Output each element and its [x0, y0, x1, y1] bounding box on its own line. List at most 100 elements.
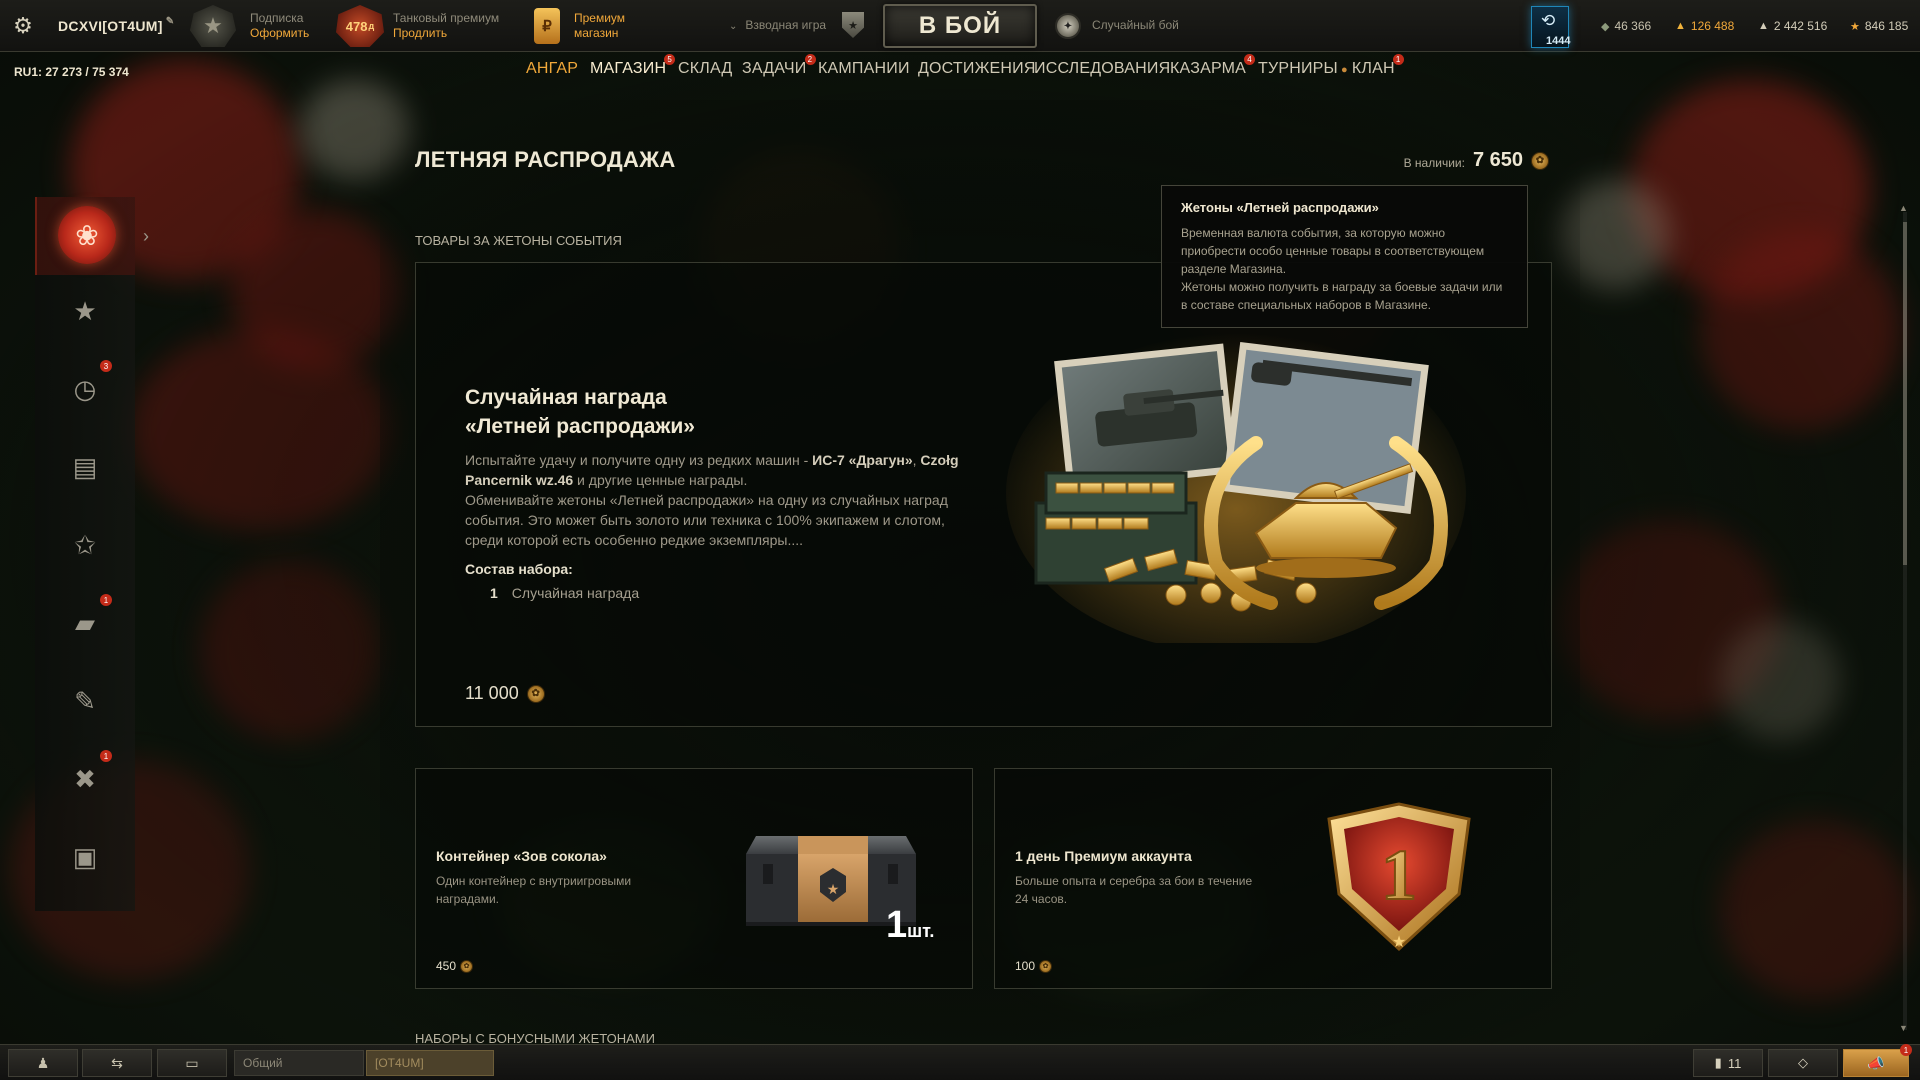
- subscription-link[interactable]: Подписка Оформить: [250, 11, 309, 41]
- tooltip-body: Временная валюта события, за которую мож…: [1181, 224, 1508, 314]
- tank-premium-emblem[interactable]: 478 д: [336, 5, 384, 47]
- main-offer-card[interactable]: Случайная награда «Летней распродажи» Ис…: [415, 262, 1552, 727]
- sidebar-item-customization[interactable]: ✎: [58, 674, 112, 728]
- scroll-down-icon[interactable]: ▼: [1899, 1023, 1908, 1033]
- tooltip-title: Жетоны «Летней распродажи»: [1181, 200, 1379, 215]
- sidebar-item-premium[interactable]: ✩: [58, 518, 112, 572]
- platoon-shield-icon[interactable]: ★: [842, 12, 864, 38]
- sidebar-item-equipment[interactable]: ✖ 1: [58, 750, 112, 806]
- summer-token-icon: ✿: [526, 684, 545, 703]
- offer-quantity-value: 1: [886, 904, 908, 946]
- gold-balance[interactable]: ▲ 126 488: [1675, 19, 1734, 33]
- main-offer-title-line1: Случайная награда: [465, 386, 667, 409]
- platoon-label: Взводная игра: [745, 18, 827, 32]
- hangar-transfer-button[interactable]: ◇: [1768, 1049, 1838, 1077]
- nav-clan[interactable]: ● КЛАН 1: [1341, 54, 1404, 78]
- sidebar-item-currency[interactable]: ▣: [58, 830, 112, 884]
- summer-token-icon: ✿: [1039, 959, 1053, 973]
- notifications-icon: ⟲: [1541, 11, 1556, 30]
- subscription-label: Подписка: [250, 11, 304, 25]
- tank-premium-label: Танковый премиум: [393, 11, 500, 25]
- section-label-event-goods: ТОВАРЫ ЗА ЖЕТОНЫ СОБЫТИЯ: [415, 233, 622, 248]
- main-offer-price: 11 000 ✿: [465, 683, 545, 704]
- scrollbar-thumb[interactable]: [1903, 222, 1907, 565]
- desc-part: и другие ценные награды.: [573, 472, 748, 488]
- premium-days: 478: [345, 18, 368, 34]
- notifications-button[interactable]: ⟲ 1444: [1531, 6, 1570, 48]
- nav-campaigns-label: КАМПАНИИ: [818, 60, 910, 77]
- offer-card-premium-day[interactable]: 1 день Премиум аккаунта Больше опыта и с…: [994, 768, 1552, 989]
- bonds-balance[interactable]: ◆ 46 366: [1601, 19, 1651, 33]
- summer-token-icon[interactable]: ✿: [1531, 151, 1549, 170]
- main-offer-title: Случайная награда «Летней распродажи»: [465, 383, 885, 441]
- nav-clan-label: КЛАН: [1351, 60, 1395, 77]
- subscription-emblem-icon[interactable]: ★: [190, 5, 236, 47]
- premium-badge-number: 1: [1381, 835, 1417, 915]
- bottom-bar: ♟ ⇆ ▭ Общий [OT4UM] ▮ 11 ◇ 📣 1: [0, 1044, 1920, 1080]
- offer-card-container[interactable]: Контейнер «Зов сокола» Один контейнер с …: [415, 768, 973, 989]
- nav-campaigns[interactable]: КАМПАНИИ: [818, 60, 910, 78]
- summer-sale-icon: ❀: [58, 206, 116, 264]
- credits-balance[interactable]: ▲ 2 442 516: [1758, 19, 1827, 33]
- premium-shop-icon[interactable]: ₽: [534, 8, 560, 44]
- chat-channel-clan[interactable]: [OT4UM]: [366, 1050, 494, 1076]
- bundles-icon: ▤: [72, 451, 98, 482]
- user-icon: ♟: [36, 1054, 50, 1071]
- sidebar-item-featured[interactable]: ★: [58, 284, 112, 338]
- nav-depot[interactable]: СКЛАД: [678, 60, 732, 78]
- nav-research[interactable]: ИССЛЕДОВАНИЯ: [1034, 60, 1170, 78]
- money-icon: ▣: [72, 841, 98, 872]
- tools-icon: ✖: [74, 763, 96, 794]
- tank-icon: ▰: [75, 607, 95, 638]
- notifications-megaphone-button[interactable]: 📣 1: [1843, 1044, 1912, 1077]
- tank-premium-link[interactable]: Танковый премиум Продлить: [393, 11, 499, 41]
- nav-barracks-label: КАЗАРМА: [1170, 60, 1247, 77]
- handshake-icon: ⇆: [111, 1054, 123, 1071]
- battle-mode-label[interactable]: Случайный бой: [1092, 18, 1179, 32]
- profile-button[interactable]: ♟: [8, 1049, 78, 1077]
- sidebar-expand-chevron-icon[interactable]: ›: [143, 226, 149, 247]
- nav-barracks[interactable]: КАЗАРМА 4: [1170, 54, 1256, 78]
- sidebar-item-vehicles[interactable]: ▰ 1: [58, 594, 112, 650]
- nav-shop[interactable]: МАГАЗИН 5: [590, 54, 676, 78]
- free-xp-icon: ★: [1850, 20, 1860, 33]
- megaphone-icon: 📣: [1867, 1054, 1885, 1071]
- random-reward-image: [1006, 333, 1466, 643]
- offer-quantity-suffix: шт.: [907, 921, 935, 941]
- nav-achievements[interactable]: ДОСТИЖЕНИЯ: [918, 60, 1036, 78]
- offer-description: Один контейнер с внутриигровыми наградам…: [436, 874, 632, 906]
- premium-shop-link[interactable]: Премиум магазин: [574, 11, 625, 41]
- chat-icon: ▭: [185, 1054, 199, 1071]
- credits-icon: ▲: [1758, 20, 1769, 32]
- chat-channel-general[interactable]: Общий: [234, 1050, 364, 1076]
- battle-button[interactable]: В БОЙ: [883, 4, 1037, 48]
- offer-quantity: 1шт.: [886, 904, 934, 947]
- free-xp-value: 846 185: [1864, 19, 1909, 33]
- bond-icon: ◆: [1601, 20, 1610, 33]
- contacts-button[interactable]: ⇆: [82, 1049, 152, 1077]
- player-name[interactable]: DCXVI[OT4UM] ✎: [58, 0, 174, 52]
- nav-hangar[interactable]: АНГАР: [526, 60, 578, 78]
- main-offer-price-value: 11 000: [465, 683, 519, 703]
- nav-missions[interactable]: ЗАДАЧИ 2: [742, 54, 816, 78]
- sidebar-item-limited[interactable]: ◷ 3: [58, 360, 112, 416]
- platoon-dropdown[interactable]: ⌄ Взводная игра: [729, 18, 826, 32]
- settings-gear-icon[interactable]: ⚙: [10, 0, 36, 52]
- online-friends-button[interactable]: ▮ 11: [1693, 1049, 1763, 1077]
- sidebar-item-bundles[interactable]: ▤: [58, 440, 112, 494]
- nav-missions-label: ЗАДАЧИ: [742, 60, 807, 77]
- random-battle-icon[interactable]: ✦: [1055, 13, 1081, 39]
- page-title: ЛЕТНЯЯ РАСПРОДАЖА: [415, 147, 676, 172]
- offer-description: Больше опыта и серебра за бои в течение …: [1015, 874, 1253, 906]
- scroll-up-icon[interactable]: ▲: [1899, 203, 1908, 213]
- sidebar-item-summer-sale[interactable]: ❀: [35, 197, 135, 275]
- nav-tournaments[interactable]: ТУРНИРЫ: [1258, 60, 1338, 78]
- balance-label: В наличии:: [1403, 155, 1465, 170]
- tooltip-paragraph-2: Жетоны можно получить в награду за боевы…: [1181, 280, 1503, 312]
- free-xp-balance[interactable]: ★ 846 185: [1850, 19, 1908, 33]
- gold-value: 126 488: [1690, 19, 1735, 33]
- nav-research-label: ИССЛЕДОВАНИЯ: [1034, 60, 1171, 77]
- edit-pen-icon[interactable]: ✎: [166, 16, 175, 27]
- summer-token-icon: ✿: [460, 959, 474, 973]
- chat-channels-button[interactable]: ▭: [157, 1049, 227, 1077]
